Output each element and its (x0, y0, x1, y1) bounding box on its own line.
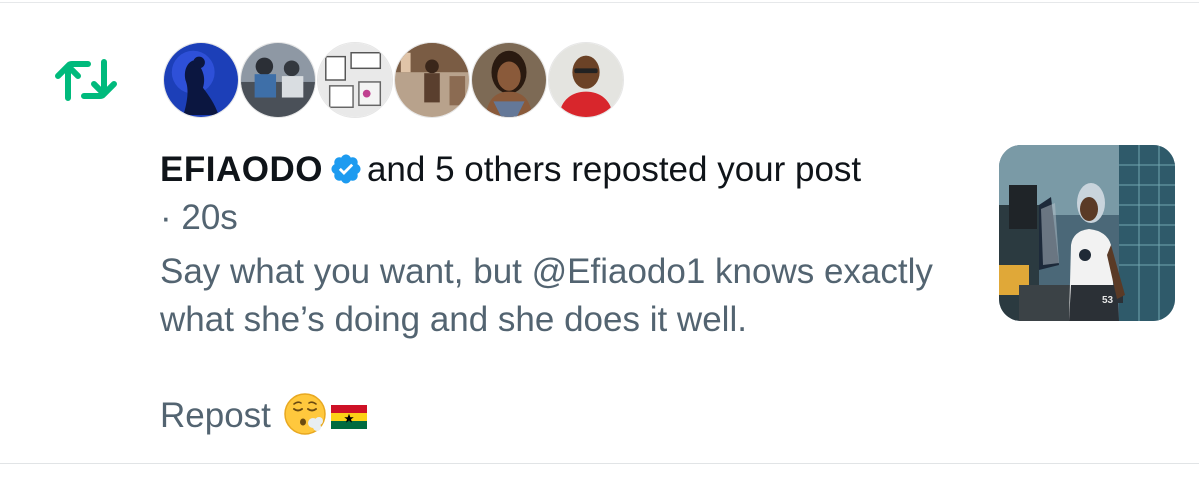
thumbnail-jersey-number: 53 (1102, 295, 1114, 306)
avatar[interactable] (163, 42, 239, 118)
action-text: and 5 others reposted your post (366, 150, 862, 189)
repost-notification[interactable]: EFIAODO and 5 others reposted your post … (0, 0, 1199, 486)
repost-icon (55, 59, 117, 101)
avatar[interactable] (240, 42, 316, 118)
avatar[interactable] (394, 42, 470, 118)
face-exhaling-emoji (284, 393, 326, 435)
avatar[interactable] (317, 42, 393, 118)
repost-label: Repost (160, 396, 271, 435)
bottom-divider (0, 463, 1199, 464)
verified-badge-icon (331, 154, 361, 184)
timestamp[interactable]: · 20s (160, 196, 238, 240)
repost-comment: Repost (160, 392, 367, 440)
ghana-flag-icon (330, 405, 367, 429)
repost-summary: EFIAODO and 5 others reposted your post (160, 148, 861, 192)
post-media-thumbnail[interactable]: 53 (999, 145, 1175, 321)
username-link[interactable]: EFIAODO (160, 150, 323, 189)
post-text: Say what you want, but @Efiaodo1 knows e… (160, 252, 933, 339)
avatar[interactable] (548, 42, 624, 118)
avatar[interactable] (471, 42, 547, 118)
